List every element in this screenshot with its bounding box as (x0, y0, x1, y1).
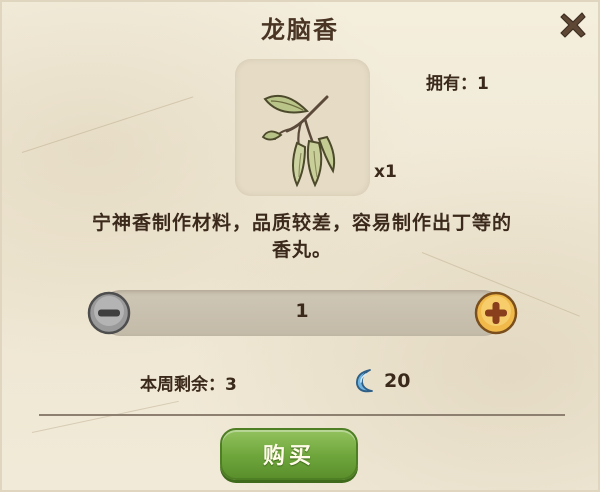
price-display: 20 (350, 366, 410, 396)
increase-quantity-button[interactable] (474, 291, 518, 335)
item-icon-frame[interactable] (235, 59, 370, 196)
minus-circle-icon (87, 291, 131, 335)
item-description: 宁神香制作材料，品质较差，容易制作出丁等的 香丸。 (38, 210, 566, 264)
close-x-icon (560, 12, 586, 38)
background-decoration (31, 400, 179, 433)
buy-button[interactable]: 购买 (220, 428, 358, 480)
close-button[interactable] (556, 8, 590, 42)
longnaoxiang-herb-icon (261, 95, 336, 188)
owned-count: 拥有：1 (426, 74, 489, 94)
plus-circle-icon (474, 291, 518, 335)
description-line: 宁神香制作材料，品质较差，容易制作出丁等的 (91, 212, 512, 234)
buy-button-label: 购买 (262, 444, 315, 469)
item-purchase-dialog: 龙脑香 拥有：1 x1 宁神香制作材料，品质较差，容易制作出丁等的 香丸。 1 … (0, 0, 600, 492)
decrease-quantity-button[interactable] (87, 291, 131, 335)
divider (39, 414, 565, 416)
description-line: 香丸。 (271, 239, 332, 261)
weekly-remaining: 本周剩余：3 (140, 375, 237, 395)
item-quantity-tag: x1 (374, 162, 397, 182)
price-value: 20 (384, 370, 411, 392)
crescent-moon-icon (356, 369, 373, 393)
background-decoration (21, 96, 194, 153)
quantity-value: 1 (295, 300, 309, 322)
dialog-title: 龙脑香 (261, 16, 339, 44)
